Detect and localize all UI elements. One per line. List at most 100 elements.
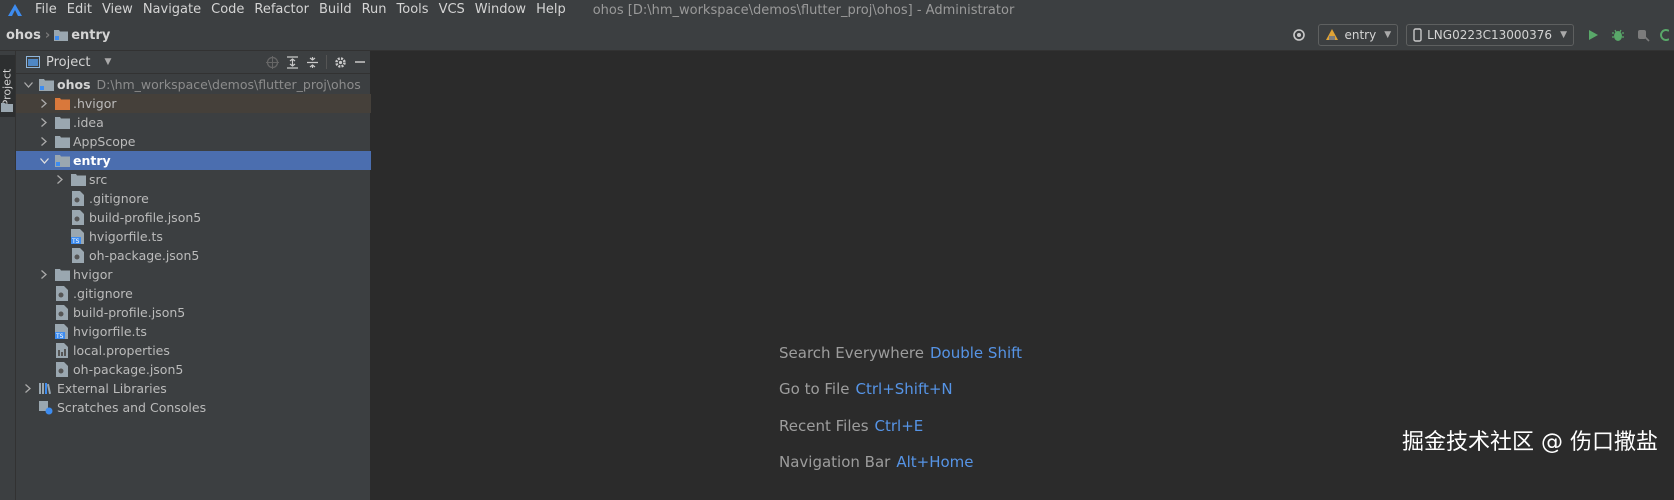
tree-item-hvigor[interactable]: hvigor <box>16 265 392 284</box>
tree-item-file[interactable]: .gitignore <box>16 189 420 208</box>
project-tool-tab[interactable]: Project <box>0 55 15 117</box>
breadcrumb-child[interactable]: entry <box>71 28 110 43</box>
tree-item-file[interactable]: build-profile.json5 <box>16 208 420 227</box>
run-icon[interactable] <box>1582 24 1604 46</box>
menu-build[interactable]: Build <box>314 0 357 20</box>
menu-tools[interactable]: Tools <box>392 0 434 20</box>
run-config-value: entry <box>1344 28 1377 42</box>
tree-item-label: local.properties <box>73 343 170 358</box>
chevron-down-icon: ▼ <box>1560 30 1567 40</box>
tree-item-label: .hvigor <box>73 96 117 111</box>
chevron-right-icon[interactable] <box>38 98 50 110</box>
tree-item-file[interactable]: .gitignore <box>16 284 404 303</box>
menu-view[interactable]: View <box>97 0 138 20</box>
tree-item-label: src <box>89 172 108 187</box>
hint-label: Navigation Bar <box>779 453 891 471</box>
tree-item-label: oh-package.json5 <box>89 248 200 263</box>
run-config-select[interactable]: entry ▼ <box>1318 24 1399 46</box>
module-folder-icon <box>54 153 70 169</box>
chevron-right-icon[interactable] <box>38 136 50 148</box>
tree-root-ohos[interactable]: ohos D:\hm_workspace\demos\flutter_proj\… <box>16 75 376 94</box>
phone-icon <box>1413 28 1422 42</box>
tree-item-entry[interactable]: entry <box>16 151 392 170</box>
hint-label: Recent Files <box>779 417 869 435</box>
tree-item-label: oh-package.json5 <box>73 362 184 377</box>
chevron-right-icon[interactable] <box>22 383 34 395</box>
hint-shortcut: Double Shift <box>930 344 1023 362</box>
menu-refactor[interactable]: Refactor <box>249 0 314 20</box>
excluded-folder-icon <box>54 96 70 112</box>
collapse-all-icon[interactable] <box>306 56 319 69</box>
left-tool-strip: Project <box>0 51 16 500</box>
tree-item-label: build-profile.json5 <box>89 210 202 225</box>
tree-item-file[interactable]: oh-package.json5 <box>16 360 404 379</box>
expand-all-icon[interactable] <box>286 55 299 69</box>
tree-item-idea[interactable]: .idea <box>16 113 392 132</box>
config-file-icon <box>54 305 70 321</box>
tree-item-file[interactable]: oh-package.json5 <box>16 246 420 265</box>
chevron-right-icon[interactable] <box>38 269 50 281</box>
tree-item-label: hvigor <box>73 267 113 282</box>
tree-item-label: AppScope <box>73 134 136 149</box>
tree-root-label: ohos <box>57 77 91 92</box>
minimize-icon[interactable] <box>354 56 366 68</box>
chevron-down-icon[interactable] <box>22 79 34 91</box>
gitignore-file-icon <box>54 286 70 302</box>
menu-file[interactable]: File <box>30 0 62 20</box>
tree-item-label: .gitignore <box>73 286 133 301</box>
folder-icon <box>54 29 69 41</box>
tree-item-hvigor-dot[interactable]: .hvigor <box>16 94 392 113</box>
breadcrumb: ohos › entry <box>6 28 110 43</box>
tree-item-file[interactable]: TS hvigorfile.ts <box>16 227 420 246</box>
target-icon[interactable] <box>1288 24 1310 46</box>
tree-item-file[interactable]: TS hvigorfile.ts <box>16 322 404 341</box>
hint-shortcut: Ctrl+E <box>874 417 924 435</box>
config-file-icon <box>70 248 86 264</box>
properties-file-icon <box>54 343 70 359</box>
scratches-icon <box>38 400 54 416</box>
module-folder-icon <box>38 77 54 93</box>
attach-debugger-icon[interactable] <box>1632 24 1654 46</box>
folder-icon <box>1 101 13 116</box>
tree-item-label: hvigorfile.ts <box>89 229 163 244</box>
chevron-down-icon[interactable]: ▼ <box>104 57 111 67</box>
tree-item-file[interactable]: build-profile.json5 <box>16 303 404 322</box>
tree-item-label: entry <box>73 153 111 168</box>
chevron-down-icon: ▼ <box>1384 30 1392 40</box>
chevron-right-icon[interactable] <box>54 174 66 186</box>
project-view-icon <box>26 56 40 68</box>
tree-item-appscope[interactable]: AppScope <box>16 132 392 151</box>
debug-icon[interactable] <box>1607 24 1629 46</box>
menu-run[interactable]: Run <box>357 0 392 20</box>
menu-edit[interactable]: Edit <box>62 0 97 20</box>
breadcrumb-root[interactable]: ohos <box>6 28 41 43</box>
menu-navigate[interactable]: Navigate <box>138 0 206 20</box>
profile-icon[interactable] <box>1657 24 1671 46</box>
chevron-down-icon[interactable] <box>38 155 50 167</box>
tree-item-scratches[interactable]: Scratches and Consoles <box>16 398 388 417</box>
chevron-right-icon[interactable] <box>38 117 50 129</box>
project-panel-title[interactable]: Project <box>46 55 90 70</box>
gitignore-file-icon <box>70 191 86 207</box>
divider <box>326 55 327 69</box>
menu-vcs[interactable]: VCS <box>434 0 470 20</box>
hint-navigation-bar: Navigation Bar Alt+Home <box>779 453 974 471</box>
device-select[interactable]: LNG0223C13000376 ▼ <box>1406 24 1574 46</box>
breadcrumb-separator: › <box>44 27 51 43</box>
tree-item-src[interactable]: src <box>16 170 408 189</box>
tree-item-file[interactable]: local.properties <box>16 341 404 360</box>
tree-item-external-libraries[interactable]: External Libraries <box>16 379 376 398</box>
menu-window[interactable]: Window <box>470 0 531 20</box>
folder-icon <box>54 115 70 131</box>
menu-help[interactable]: Help <box>531 0 571 20</box>
menu-code[interactable]: Code <box>206 0 249 20</box>
menu-bar: File Edit View Navigate Code Refactor Bu… <box>0 0 1674 20</box>
gear-icon[interactable] <box>334 56 347 69</box>
typescript-file-icon: TS <box>70 229 86 245</box>
hint-shortcut: Ctrl+Shift+N <box>855 380 953 398</box>
tree-item-label: External Libraries <box>57 381 167 396</box>
hint-shortcut: Alt+Home <box>896 453 974 471</box>
hint-go-to-file: Go to File Ctrl+Shift+N <box>779 380 953 398</box>
locate-icon[interactable] <box>266 55 279 69</box>
tree-item-label: .gitignore <box>89 191 149 206</box>
